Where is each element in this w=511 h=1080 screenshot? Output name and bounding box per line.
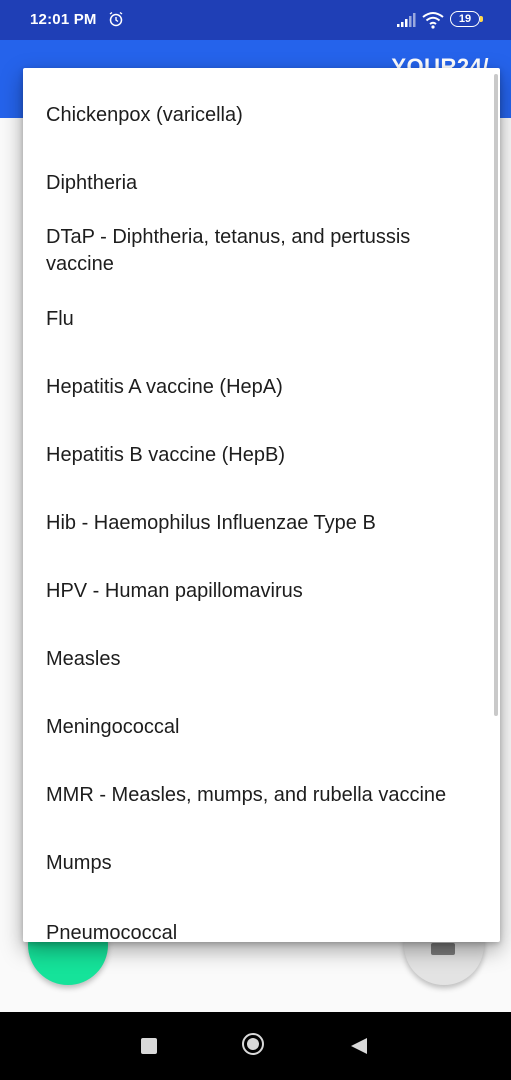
list-item-measles[interactable]: Measles <box>23 628 500 690</box>
list-item-mmr[interactable]: MMR - Measles, mumps, and rubella vaccin… <box>23 764 500 826</box>
list-item-meningococcal[interactable]: Meningococcal <box>23 696 500 758</box>
home-icon-inner <box>247 1038 259 1050</box>
list-item-mumps[interactable]: Mumps <box>23 832 500 894</box>
status-time: 12:01 PM <box>30 11 97 28</box>
battery-level: 19 <box>450 11 480 27</box>
list-item-diphtheria[interactable]: Diphtheria <box>23 152 500 214</box>
recents-icon[interactable] <box>141 1038 157 1054</box>
list-item-hpv[interactable]: HPV - Human papillomavirus <box>23 560 500 622</box>
list-item-hepatitis-a[interactable]: Hepatitis A vaccine (HepA) <box>23 356 500 418</box>
list-item-hepatitis-b[interactable]: Hepatitis B vaccine (HepB) <box>23 424 500 486</box>
alarm-icon <box>109 11 123 27</box>
list-item-chickenpox[interactable]: Chickenpox (varicella) <box>23 84 500 146</box>
signal-icon <box>397 13 416 27</box>
list-item-flu[interactable]: Flu <box>23 288 500 350</box>
camera-icon <box>431 943 455 955</box>
battery-tip <box>480 16 483 22</box>
wifi-icon <box>422 12 444 29</box>
scrollbar[interactable] <box>494 74 498 716</box>
status-bar: 12:01 PM 19 <box>0 0 511 40</box>
list-item-dtap[interactable]: DTaP - Diphtheria, tetanus, and pertussi… <box>23 220 500 282</box>
back-icon[interactable] <box>350 1037 368 1055</box>
battery-icon: 19 <box>450 11 484 29</box>
list-item-pneumococcal[interactable]: Pneumococcal <box>23 902 500 943</box>
vaccine-selection-dialog: Chickenpox (varicella) Diphtheria DTaP -… <box>23 68 500 942</box>
list-item-hib[interactable]: Hib - Haemophilus Influenzae Type B <box>23 492 500 554</box>
